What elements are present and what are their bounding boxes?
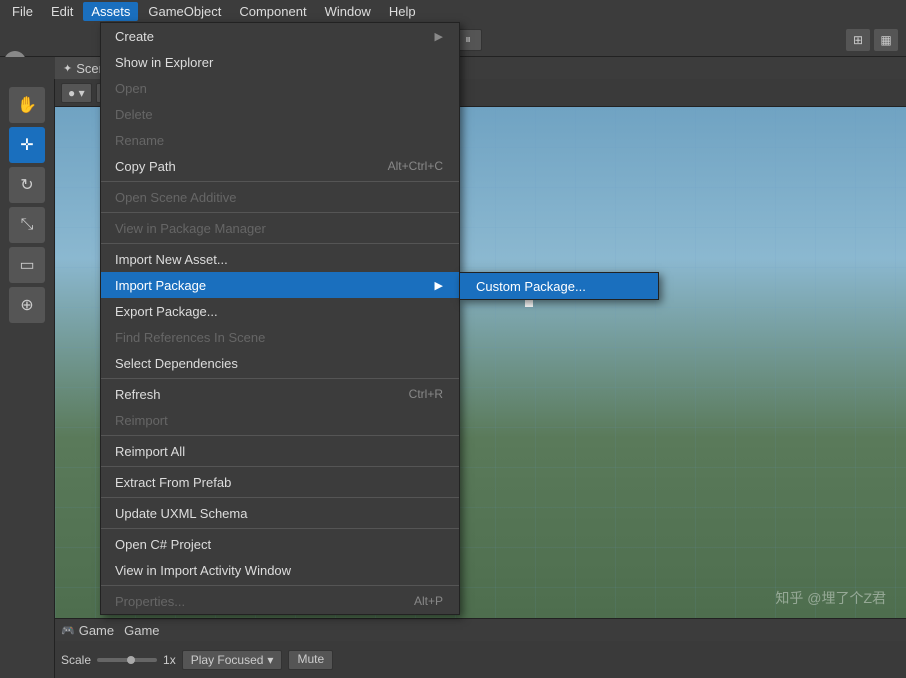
submenu-item-custom-package[interactable]: Custom Package... [460,273,658,299]
separator-2 [101,212,459,213]
separator-7 [101,497,459,498]
menu-item-reimport: Reimport [101,407,459,433]
menu-item-update-uxml[interactable]: Update UXML Schema [101,500,459,526]
menu-component[interactable]: Component [231,2,314,21]
separator-8 [101,528,459,529]
right-toolbar: ⊞ ▦ [846,22,898,57]
assets-dropdown: Create ▶ Show in Explorer Open Delete Re… [100,22,460,615]
scale-row: Scale 1x [61,653,176,667]
game-panel: 🎮 Game Game Scale 1x Play Focused ▾ Mute [55,618,906,678]
menu-item-reimport-all[interactable]: Reimport All [101,438,459,464]
menu-item-rename: Rename [101,127,459,153]
game-tab-icon: 🎮 [61,624,75,637]
menu-item-open: Open [101,75,459,101]
mute-button[interactable]: Mute [288,650,333,670]
menu-edit[interactable]: Edit [43,2,81,21]
menu-item-find-references: Find References In Scene [101,324,459,350]
scale-value: 1x [163,653,176,667]
menu-help[interactable]: Help [381,2,424,21]
menu-assets[interactable]: Assets [83,2,138,21]
separator-3 [101,243,459,244]
play-focused-arrow: ▾ [267,653,273,667]
hand-tool[interactable]: ✋ [9,87,45,123]
menu-item-select-dependencies[interactable]: Select Dependencies [101,350,459,376]
scene-object [525,299,533,307]
game-toolbar-row: Scale 1x Play Focused ▾ Mute [55,641,906,678]
menu-item-show-in-explorer[interactable]: Show in Explorer [101,49,459,75]
menu-gameobject[interactable]: GameObject [140,2,229,21]
create-arrow: ▶ [435,30,443,43]
menu-window[interactable]: Window [317,2,379,21]
menu-item-view-import-activity[interactable]: View in Import Activity Window [101,557,459,583]
rect-tool[interactable]: ▭ [9,247,45,283]
menu-item-copy-path[interactable]: Copy Path Alt+Ctrl+C [101,153,459,179]
separator-6 [101,466,459,467]
import-package-submenu: Custom Package... [459,272,659,300]
menu-bar: File Edit Assets GameObject Component Wi… [0,0,906,22]
separator-5 [101,435,459,436]
import-package-arrow: ▶ [435,279,443,292]
properties-shortcut: Alt+P [414,594,443,608]
menu-item-properties: Properties... Alt+P [101,588,459,614]
scale-thumb[interactable] [127,656,135,664]
menu-item-wrapper-import-package: Import Package ▶ Custom Package... [101,272,459,298]
scene-tab-icon: ✦ [63,62,72,75]
watermark: 知乎 @埋了个Z君 [775,588,886,608]
separator-9 [101,585,459,586]
game-tab-label[interactable]: Game [79,623,114,638]
menu-item-export-package[interactable]: Export Package... [101,298,459,324]
game-tab-row: 🎮 Game Game [55,619,906,641]
scale-slider[interactable] [97,658,157,662]
scale-tool[interactable]: ⤡ [9,207,45,243]
menu-item-import-new-asset[interactable]: Import New Asset... [101,246,459,272]
menu-item-open-scene-additive: Open Scene Additive [101,184,459,210]
layers-icon[interactable]: ⊞ [846,29,870,51]
shading-dropdown[interactable]: ● ▾ [61,83,92,103]
menu-item-create[interactable]: Create ▶ [101,23,459,49]
transform-tool[interactable]: ⊕ [9,287,45,323]
separator-4 [101,378,459,379]
dropdown-menu: Create ▶ Show in Explorer Open Delete Re… [100,22,460,615]
play-focused-button[interactable]: Play Focused ▾ [182,650,283,670]
left-sidebar: ✋ ✛ ↻ ⤡ ▭ ⊕ [0,79,55,678]
menu-item-extract-prefab[interactable]: Extract From Prefab [101,469,459,495]
layout-icon[interactable]: ▦ [874,29,898,51]
refresh-shortcut: Ctrl+R [409,387,443,401]
copy-path-shortcut: Alt+Ctrl+C [388,159,443,173]
rotate-tool[interactable]: ↻ [9,167,45,203]
scale-label: Scale [61,653,91,667]
game-label: Game [124,623,159,638]
menu-item-delete: Delete [101,101,459,127]
separator-1 [101,181,459,182]
menu-item-refresh[interactable]: Refresh Ctrl+R [101,381,459,407]
move-tool[interactable]: ✛ [9,127,45,163]
menu-file[interactable]: File [4,2,41,21]
menu-item-open-csharp[interactable]: Open C# Project [101,531,459,557]
menu-item-view-package-manager: View in Package Manager [101,215,459,241]
menu-item-import-package[interactable]: Import Package ▶ [101,272,459,298]
